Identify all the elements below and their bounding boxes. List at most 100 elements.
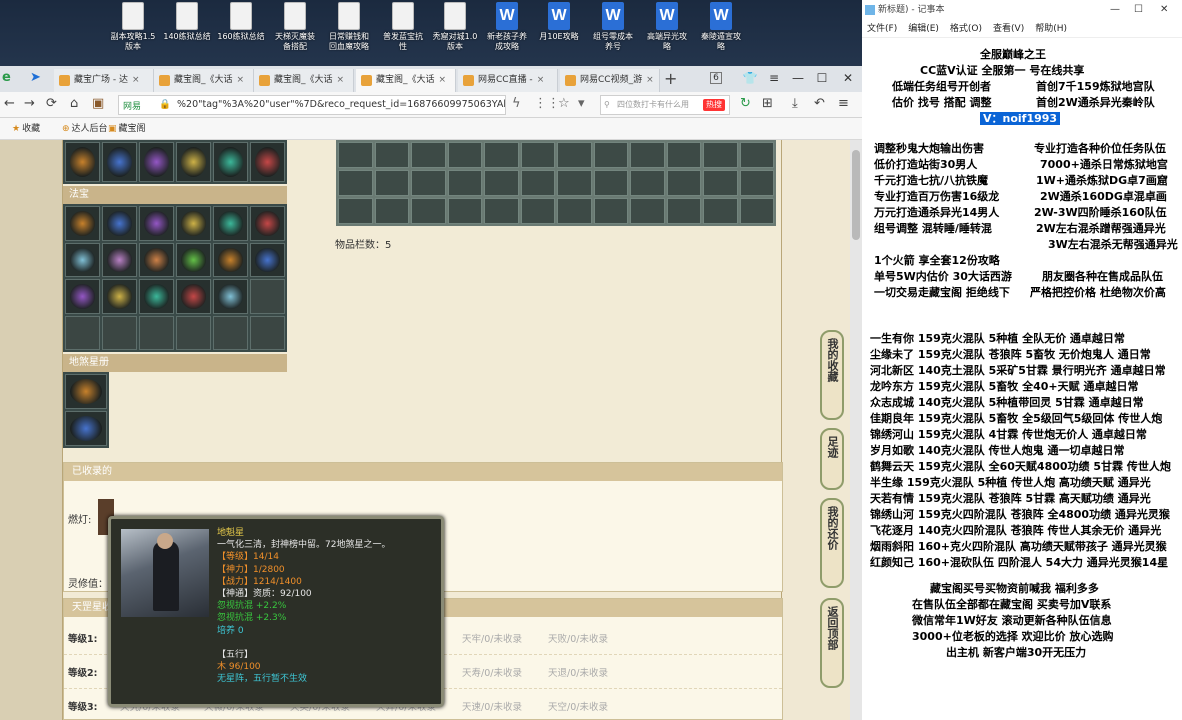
item-slot[interactable]: [213, 315, 248, 350]
maximize-button[interactable]: ☐: [810, 68, 834, 88]
tab-close-icon[interactable]: ×: [337, 75, 345, 85]
undo-icon[interactable]: ↶: [814, 96, 825, 112]
inventory-slot[interactable]: [338, 198, 373, 224]
hot-search-badge[interactable]: 热搜: [703, 99, 725, 111]
inventory-slot[interactable]: [593, 198, 628, 224]
item-slot[interactable]: [213, 242, 248, 277]
refresh-green-icon[interactable]: ↻: [740, 96, 751, 112]
inventory-slot[interactable]: [593, 170, 628, 196]
grid-icon[interactable]: ⋮⋮: [534, 96, 560, 112]
item-slot[interactable]: [176, 279, 211, 314]
inventory-slot[interactable]: [557, 142, 592, 168]
notepad-menu-item[interactable]: 格式(O): [950, 24, 982, 34]
tab-close-icon[interactable]: ×: [237, 75, 245, 85]
browser-tab[interactable]: 藏宝阁_《大话 ×: [154, 69, 254, 92]
desktop-icon[interactable]: W 高端异光攻 略: [640, 2, 694, 66]
inventory-slot[interactable]: [630, 142, 665, 168]
item-slot[interactable]: [250, 206, 285, 241]
inventory-slot[interactable]: [739, 170, 774, 196]
inventory-slot[interactable]: [447, 170, 482, 196]
inventory-slot[interactable]: [593, 142, 628, 168]
item-slot[interactable]: [139, 142, 174, 182]
desktop-icon[interactable]: 天梯灭魔装 备搭配: [268, 2, 322, 66]
desktop-icon[interactable]: W 组号零成本 养号: [586, 2, 640, 66]
page-scrollbar[interactable]: [850, 140, 862, 720]
notepad-text-area[interactable]: 全服巅峰之王 CC蓝V认证 全服第一 号在线共享 低端任务组号开创者 首创7千159炼…: [862, 38, 1182, 720]
item-slot[interactable]: [250, 279, 285, 314]
apps-icon[interactable]: ⊞: [762, 96, 773, 112]
browser-logo-icon[interactable]: e: [2, 70, 11, 86]
notepad-menu-item[interactable]: 文件(F): [867, 24, 897, 34]
inventory-slot[interactable]: [374, 170, 409, 196]
minimize-button[interactable]: —: [786, 68, 810, 88]
item-slot[interactable]: [102, 279, 137, 314]
inventory-slot[interactable]: [630, 198, 665, 224]
item-slot[interactable]: [65, 242, 100, 277]
item-slot[interactable]: [139, 315, 174, 350]
item-slot[interactable]: [65, 206, 100, 241]
item-slot[interactable]: [139, 242, 174, 277]
desktop-icon[interactable]: 秃窟对城1.0 版本: [428, 2, 482, 66]
footprint-button[interactable]: 足迹: [820, 428, 844, 490]
item-slot[interactable]: [139, 279, 174, 314]
my-favorites-button[interactable]: 我的收藏: [820, 330, 844, 420]
send-icon[interactable]: ➤: [30, 70, 41, 86]
notepad-menu-item[interactable]: 查看(V): [993, 24, 1024, 34]
desktop-icon[interactable]: 副本攻略1.5 版本: [106, 2, 160, 66]
item-slot[interactable]: [176, 315, 211, 350]
item-slot[interactable]: [176, 206, 211, 241]
inventory-slot[interactable]: [411, 170, 446, 196]
inventory-slot[interactable]: [630, 170, 665, 196]
desktop-icon[interactable]: 日常赚钱和 回血魔攻略: [322, 2, 376, 66]
inventory-slot[interactable]: [411, 198, 446, 224]
item-slot[interactable]: [102, 142, 137, 182]
url-input[interactable]: 网易 🔒 %20"tag"%3A%20"user"%7D&reco_reques…: [118, 95, 506, 115]
item-slot[interactable]: [102, 206, 137, 241]
inventory-slot[interactable]: [520, 198, 555, 224]
new-tab-button[interactable]: +: [664, 69, 677, 89]
search-input[interactable]: ⚲ 四位数打卡有什么用 热搜: [600, 95, 730, 115]
inventory-slot[interactable]: [338, 170, 373, 196]
browser-tab[interactable]: 藏宝阁_《大话 ×: [254, 69, 354, 92]
inventory-slot[interactable]: [703, 198, 738, 224]
browser-tab[interactable]: 网易CC直播 - ×: [458, 69, 558, 92]
browser-tab[interactable]: 藏宝阁_《大话 ×: [356, 69, 456, 92]
reload-icon[interactable]: ⟳: [46, 96, 57, 112]
tab-close-icon[interactable]: ×: [439, 75, 447, 85]
item-slot[interactable]: [176, 242, 211, 277]
bag-icon[interactable]: ▣: [92, 96, 104, 112]
notepad-menu-item[interactable]: 编辑(E): [908, 24, 939, 34]
notepad-menu-item[interactable]: 帮助(H): [1035, 24, 1067, 34]
item-slot[interactable]: [176, 142, 211, 182]
item-slot[interactable]: [65, 315, 100, 350]
shirt-icon[interactable]: 👕: [738, 68, 762, 88]
np-maximize-button[interactable]: ☐: [1134, 0, 1143, 20]
inventory-slot[interactable]: [557, 198, 592, 224]
inventory-slot[interactable]: [703, 142, 738, 168]
inventory-slot[interactable]: [666, 170, 701, 196]
bookmark-item[interactable]: ▣ 藏宝阁: [108, 118, 146, 140]
inventory-slot[interactable]: [374, 198, 409, 224]
tab-counter[interactable]: 6: [710, 72, 722, 84]
tab-close-icon[interactable]: ×: [646, 75, 654, 85]
inventory-slot[interactable]: [411, 142, 446, 168]
download-icon[interactable]: ⤓: [792, 96, 798, 112]
item-slot[interactable]: [65, 142, 100, 182]
close-button[interactable]: ✕: [836, 68, 860, 88]
np-close-button[interactable]: ✕: [1160, 0, 1168, 20]
inventory-slot[interactable]: [484, 142, 519, 168]
item-slot[interactable]: [250, 242, 285, 277]
inventory-slot[interactable]: [520, 170, 555, 196]
forward-icon[interactable]: →: [24, 96, 35, 112]
item-slot[interactable]: [213, 206, 248, 241]
inventory-slot[interactable]: [520, 142, 555, 168]
item-slot[interactable]: [65, 279, 100, 314]
inventory-slot[interactable]: [739, 198, 774, 224]
star-icon[interactable]: ☆: [558, 96, 570, 112]
back-icon[interactable]: ←: [4, 96, 15, 112]
item-slot[interactable]: [102, 315, 137, 350]
desktop-icon[interactable]: W 月10E攻略: [532, 2, 586, 66]
item-slot[interactable]: [250, 315, 285, 350]
bookmark-item[interactable]: ⊕ 达人后台: [62, 118, 108, 140]
inventory-slot[interactable]: [447, 198, 482, 224]
